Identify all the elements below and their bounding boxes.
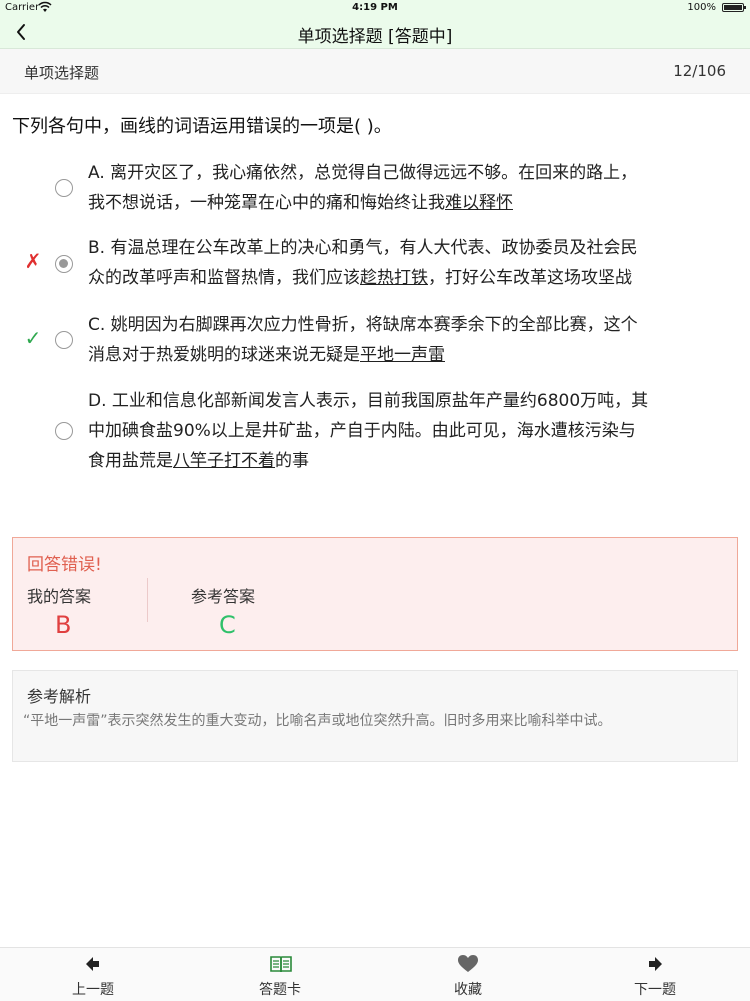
analysis-panel: 参考解析 “平地一声雷”表示突然发生的重大变动，比喻名声或地位突然升高。旧时多用…	[12, 670, 738, 762]
tab-previous-question[interactable]: 上一题	[33, 948, 153, 1001]
tab-answer-card[interactable]: 答题卡	[220, 948, 340, 1001]
question-type: 单项选择题	[24, 64, 100, 82]
option-a[interactable]: A. 离开灾区了，我心痛依然，总觉得自己做得远远不够。在回来的路上， 我不想说话…	[0, 158, 750, 218]
analysis-body: “平地一声雷”表示突然发生的重大变动，比喻名声或地位突然升高。旧时多用来比喻科举…	[23, 713, 612, 729]
page-title: 单项选择题 [答题中]	[297, 27, 453, 47]
nav-bar: 单项选择题 [答题中]	[0, 16, 750, 49]
underlined-phrase: 趁热打铁	[360, 268, 428, 288]
tab-label: 答题卡	[259, 982, 301, 998]
option-b[interactable]: ✗ B. 有温总理在公车改革上的决心和勇气，有人大代表、政协委员及社会民 众的改…	[0, 233, 750, 293]
question-header: 单项选择题 12/106	[0, 49, 750, 94]
reference-answer-value: C	[219, 611, 236, 639]
option-text: D. 工业和信息化部新闻发言人表示，目前我国原盐年产量约6800万吨，其 中加碘…	[88, 391, 649, 471]
analysis-heading: 参考解析	[27, 687, 92, 706]
radio-button-selected[interactable]	[55, 255, 73, 273]
divider	[147, 578, 148, 622]
tab-label: 上一题	[72, 982, 114, 998]
battery-percent: 100%	[687, 2, 716, 13]
heart-icon	[458, 955, 478, 973]
answer-result-panel: 回答错误! 我的答案 参考答案 B C	[12, 537, 738, 651]
battery-icon	[722, 3, 746, 12]
tab-label: 下一题	[634, 982, 676, 998]
option-c[interactable]: ✓ C. 姚明因为右脚踝再次应力性骨折，将缺席本赛季余下的全部比赛，这个 消息对…	[0, 310, 750, 370]
bottom-tab-bar: 上一题 答题卡 收藏 下一题	[0, 947, 750, 1001]
option-text: B. 有温总理在公车改革上的决心和勇气，有人大代表、政协委员及社会民 众的改革呼…	[88, 238, 638, 288]
my-answer-value: B	[55, 611, 72, 639]
question-counter: 12/106	[673, 62, 726, 80]
option-text: A. 离开灾区了，我心痛依然，总觉得自己做得远远不够。在回来的路上， 我不想说话…	[88, 163, 638, 213]
option-text: C. 姚明因为右脚踝再次应力性骨折，将缺席本赛季余下的全部比赛，这个 消息对于热…	[88, 315, 638, 365]
radio-button[interactable]	[55, 422, 73, 440]
book-icon	[270, 955, 292, 973]
my-answer-label: 我的答案	[27, 587, 92, 606]
question-text: 下列各句中，画线的词语运用错误的一项是( )。	[12, 116, 392, 137]
check-mark-icon: ✓	[24, 326, 42, 350]
tab-favorite[interactable]: 收藏	[408, 948, 528, 1001]
arrow-right-icon	[645, 955, 665, 973]
wrong-mark-icon: ✗	[24, 249, 42, 273]
arrow-left-icon	[83, 955, 103, 973]
tab-label: 收藏	[454, 982, 482, 998]
underlined-phrase: 八竿子打不着	[173, 451, 275, 471]
result-status: 回答错误!	[27, 555, 102, 575]
underlined-phrase: 难以释怀	[445, 193, 513, 213]
radio-button[interactable]	[55, 331, 73, 349]
clock: 4:19 PM	[352, 2, 398, 13]
reference-answer-label: 参考答案	[191, 587, 256, 606]
status-bar: Carrier 4:19 PM 100%	[0, 0, 750, 16]
radio-button[interactable]	[55, 179, 73, 197]
option-d[interactable]: D. 工业和信息化部新闻发言人表示，目前我国原盐年产量约6800万吨，其 中加碘…	[0, 386, 750, 476]
tab-next-question[interactable]: 下一题	[595, 948, 715, 1001]
underlined-phrase: 平地一声雷	[360, 345, 445, 365]
